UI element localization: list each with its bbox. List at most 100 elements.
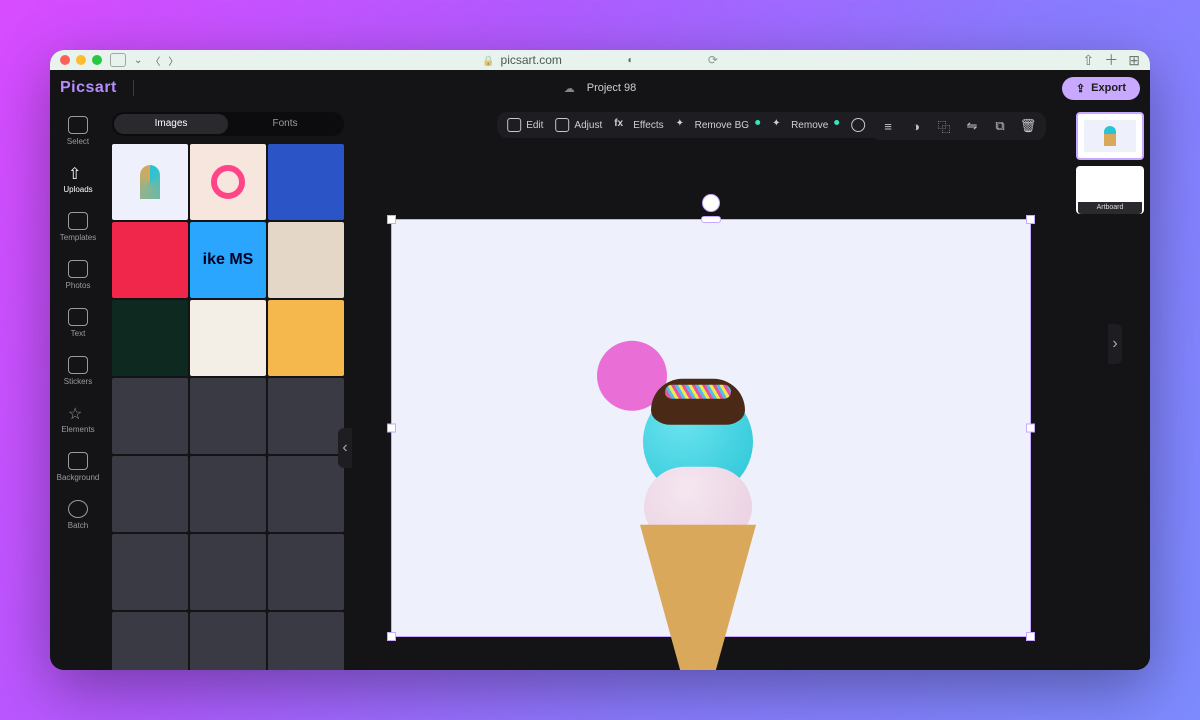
- close-icon[interactable]: [60, 55, 70, 65]
- thumb[interactable]: [268, 144, 344, 220]
- canvas-image[interactable]: [643, 387, 753, 497]
- divider: [133, 80, 134, 96]
- resize-handle[interactable]: [701, 216, 721, 223]
- delete-icon[interactable]: 🗑: [1020, 118, 1036, 134]
- duplicate-icon[interactable]: ⧉: [992, 118, 1008, 134]
- opacity-icon[interactable]: ◑: [908, 118, 924, 134]
- chevron-down-icon[interactable]: ⌄: [134, 55, 142, 66]
- thumb[interactable]: [112, 300, 188, 376]
- uploads-grid: ike MS: [112, 144, 344, 670]
- traffic-lights: [60, 55, 102, 65]
- stage[interactable]: [352, 106, 1070, 670]
- thumb[interactable]: [112, 144, 188, 220]
- rail-elements[interactable]: Elements: [56, 400, 100, 438]
- tab-images[interactable]: Images: [114, 114, 228, 134]
- cloud-icon: [564, 82, 579, 95]
- thumb[interactable]: [268, 222, 344, 298]
- thumb[interactable]: [190, 456, 266, 532]
- resize-handle[interactable]: [387, 423, 396, 432]
- rail-stickers[interactable]: Stickers: [56, 352, 100, 390]
- thumb[interactable]: [268, 456, 344, 532]
- cursor-icon: [68, 116, 88, 134]
- thumb[interactable]: ike MS: [190, 222, 266, 298]
- thumb[interactable]: [112, 222, 188, 298]
- wand-icon: [676, 118, 690, 132]
- thumb[interactable]: [112, 378, 188, 454]
- tool-effects[interactable]: fxEffects: [614, 118, 663, 132]
- canvas-area: Edit Adjust fxEffects Remove BG Remove A…: [352, 106, 1070, 670]
- panel-collapse-left[interactable]: ‹: [338, 428, 352, 468]
- resize-handle[interactable]: [387, 632, 396, 641]
- edit-icon: [507, 118, 521, 132]
- browser-window: ⌄ 〈 〉 ◐ picsart.com ⟳ ⇧ ＋ ⊞ Picsart Proj…: [50, 50, 1150, 670]
- tool-remove[interactable]: Remove: [772, 118, 839, 132]
- tool-edit[interactable]: Edit: [507, 118, 543, 132]
- export-button[interactable]: Export: [1062, 77, 1140, 100]
- eraser-icon: [772, 118, 786, 132]
- thumb[interactable]: [190, 300, 266, 376]
- batch-icon: [68, 500, 88, 518]
- thumb[interactable]: [268, 300, 344, 376]
- resize-handle[interactable]: [1026, 632, 1035, 641]
- nav-back-icon[interactable]: 〈: [150, 53, 160, 68]
- app-logo[interactable]: Picsart: [60, 79, 117, 97]
- rail-text[interactable]: Text: [56, 304, 100, 342]
- panel-collapse-right[interactable]: ›: [1108, 324, 1122, 364]
- crop-icon[interactable]: ⿻: [936, 118, 952, 134]
- resize-handle[interactable]: [1026, 423, 1035, 432]
- photos-icon: [68, 260, 88, 278]
- upload-icon: [68, 164, 88, 182]
- thumb[interactable]: [190, 378, 266, 454]
- ai-badge-icon: [755, 120, 760, 125]
- rail-background[interactable]: Background: [56, 448, 100, 486]
- rail-photos[interactable]: Photos: [56, 256, 100, 294]
- rail-select[interactable]: Select: [56, 112, 100, 150]
- share-icon[interactable]: ⇧: [1083, 52, 1095, 69]
- thumb[interactable]: [190, 534, 266, 610]
- project-title[interactable]: Project 98: [564, 82, 637, 95]
- page-thumbnail[interactable]: Artboard: [1076, 166, 1144, 214]
- maximize-icon[interactable]: [92, 55, 102, 65]
- decorative-cone: [640, 525, 756, 670]
- app-topbar: Picsart Project 98 Export: [50, 70, 1150, 106]
- thumb[interactable]: [268, 534, 344, 610]
- thumb[interactable]: [268, 612, 344, 670]
- artboard[interactable]: [391, 219, 1031, 637]
- flip-icon[interactable]: ⇋: [964, 118, 980, 134]
- thumb[interactable]: [112, 612, 188, 670]
- minimize-icon[interactable]: [76, 55, 86, 65]
- resize-handle[interactable]: [387, 215, 396, 224]
- new-tab-icon[interactable]: ＋: [1104, 50, 1118, 70]
- app-root: Picsart Project 98 Export Select Uploads…: [50, 70, 1150, 670]
- thumb[interactable]: [268, 378, 344, 454]
- rail-templates[interactable]: Templates: [56, 208, 100, 246]
- resize-handle[interactable]: [1026, 215, 1035, 224]
- tab-fonts[interactable]: Fonts: [228, 114, 342, 134]
- url-host: picsart.com: [501, 53, 562, 67]
- pages-panel: › Artboard: [1070, 106, 1150, 670]
- tool-removebg[interactable]: Remove BG: [676, 118, 760, 132]
- stickers-icon: [68, 356, 88, 374]
- page-label: Artboard: [1078, 202, 1142, 214]
- rail-uploads[interactable]: Uploads: [56, 160, 100, 198]
- align-icon[interactable]: ≡: [880, 118, 896, 134]
- rail-batch[interactable]: Batch: [56, 496, 100, 534]
- background-icon: [68, 452, 88, 470]
- page-thumbnail[interactable]: [1076, 112, 1144, 160]
- tabs-overview-icon[interactable]: ⊞: [1128, 52, 1140, 69]
- tool-adjust[interactable]: Adjust: [555, 118, 602, 132]
- thumb[interactable]: [190, 144, 266, 220]
- uploads-panel: Images Fonts ike MS: [106, 106, 352, 670]
- animation-icon: [851, 118, 865, 132]
- rotate-handle[interactable]: [702, 194, 720, 212]
- lock-icon: [482, 53, 494, 67]
- star-icon: [68, 404, 88, 422]
- address-bar[interactable]: picsart.com ⟳: [482, 53, 718, 67]
- panel-tabs: Images Fonts: [112, 112, 344, 136]
- sidebar-toggle-icon[interactable]: [110, 53, 126, 67]
- nav-forward-icon[interactable]: 〉: [168, 53, 178, 68]
- thumb[interactable]: [112, 456, 188, 532]
- thumb[interactable]: [190, 612, 266, 670]
- reload-icon[interactable]: ⟳: [708, 53, 718, 67]
- thumb[interactable]: [112, 534, 188, 610]
